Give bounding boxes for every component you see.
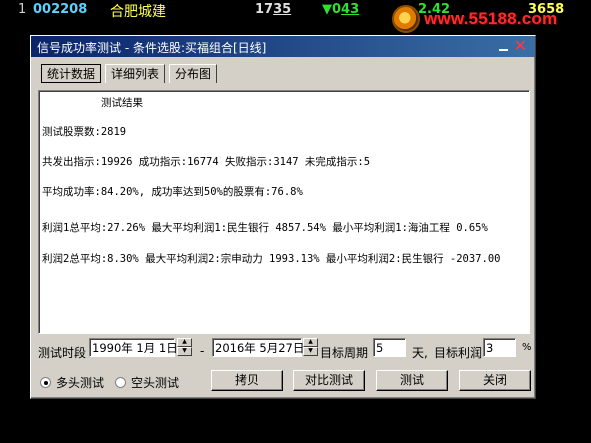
percent-label: % xyxy=(522,342,532,353)
close-button[interactable]: 关闭 xyxy=(459,370,531,391)
spin-down-icon[interactable]: ▼ xyxy=(303,347,318,356)
close-icon[interactable]: ✕ xyxy=(514,38,527,54)
compare-test-button[interactable]: 对比测试 xyxy=(293,370,365,391)
spin-up-icon[interactable]: ▲ xyxy=(303,338,318,347)
target-period-label: 目标周期 xyxy=(320,346,369,360)
row-index: 1 xyxy=(18,2,27,17)
tab-detail-list[interactable]: 详细列表 xyxy=(105,64,166,83)
site-watermark: www.55188.com xyxy=(392,5,557,33)
radio-checked-icon[interactable] xyxy=(40,377,51,388)
stock-code: 002208 xyxy=(33,2,88,17)
stock-name: 合肥城建 xyxy=(110,4,166,20)
profit1-line: 利润1总平均:27.26% 最大平均利润1:民生银行 4857.54% 最小平均… xyxy=(42,222,488,234)
days-label: 天, xyxy=(412,346,428,360)
spin-up-icon[interactable]: ▲ xyxy=(177,338,192,347)
dialog-titlebar[interactable]: 信号成功率测试 - 条件选股:买福组合[日线] ✕ xyxy=(31,36,535,57)
period-label: 测试时段 xyxy=(38,346,87,360)
site-logo-icon xyxy=(392,5,420,33)
test-button[interactable]: 测试 xyxy=(376,370,448,391)
stock-price: 1735 xyxy=(255,2,292,17)
target-period-input[interactable]: 5 xyxy=(373,338,406,357)
tab-bar: 统计数据 详细列表 分布图 xyxy=(41,64,221,83)
spin-down-icon[interactable]: ▼ xyxy=(177,347,192,356)
short-test-radio[interactable]: 空头测试 xyxy=(115,374,179,391)
signals-line: 共发出指示:19926 成功指示:16774 失败指示:3147 未完成指示:5 xyxy=(42,156,371,168)
tab-distribution[interactable]: 分布图 xyxy=(169,64,218,83)
long-test-radio[interactable]: 多头测试 xyxy=(40,374,104,391)
success-rate-line: 平均成功率:84.20%, 成功率达到50%的股票有:76.8% xyxy=(42,186,303,198)
short-test-label: 空头测试 xyxy=(131,376,180,390)
end-date-spinner[interactable]: ▲ ▼ xyxy=(303,338,318,357)
date-separator: - xyxy=(200,344,205,358)
title-buttons: ✕ xyxy=(498,38,527,54)
end-date-field[interactable]: 2016年 5月27日 xyxy=(212,338,304,357)
profit2-line: 利润2总平均:8.30% 最大平均利润2:宗申动力 1993.13% 最小平均利… xyxy=(42,253,501,265)
start-date-spinner[interactable]: ▲ ▼ xyxy=(177,338,192,357)
start-date-field[interactable]: 1990年 1月 1日 xyxy=(89,338,178,357)
minimize-icon[interactable] xyxy=(498,38,510,54)
tab-statistics[interactable]: 统计数据 xyxy=(41,64,102,83)
watermark-text: www.55188.com xyxy=(424,9,558,28)
stock-count-line: 测试股票数:2819 xyxy=(42,126,127,138)
target-profit-label: 目标利润 xyxy=(434,346,483,360)
test-controls: 测试时段 1990年 1月 1日 ▲ ▼ - 2016年 5月27日 ▲ ▼ 目标周… xyxy=(38,338,532,362)
signal-test-dialog: 信号成功率测试 - 条件选股:买福组合[日线] ✕ 统计数据 详细列表 分布图 … xyxy=(30,35,536,399)
radio-unchecked-icon[interactable] xyxy=(115,377,126,388)
copy-button[interactable]: 拷贝 xyxy=(211,370,283,391)
long-test-label: 多头测试 xyxy=(56,376,105,390)
bottom-bar: 多头测试 空头测试 拷贝 对比测试 测试 关闭 xyxy=(38,370,532,394)
price-change: ▼043 xyxy=(322,2,360,17)
results-panel[interactable]: 测试结果 测试股票数:2819 共发出指示:19926 成功指示:16774 失… xyxy=(38,90,530,334)
dialog-title: 信号成功率测试 - 条件选股:买福组合[日线] xyxy=(37,41,267,55)
results-heading: 测试结果 xyxy=(101,97,143,109)
target-profit-input[interactable]: 3 xyxy=(483,338,516,357)
